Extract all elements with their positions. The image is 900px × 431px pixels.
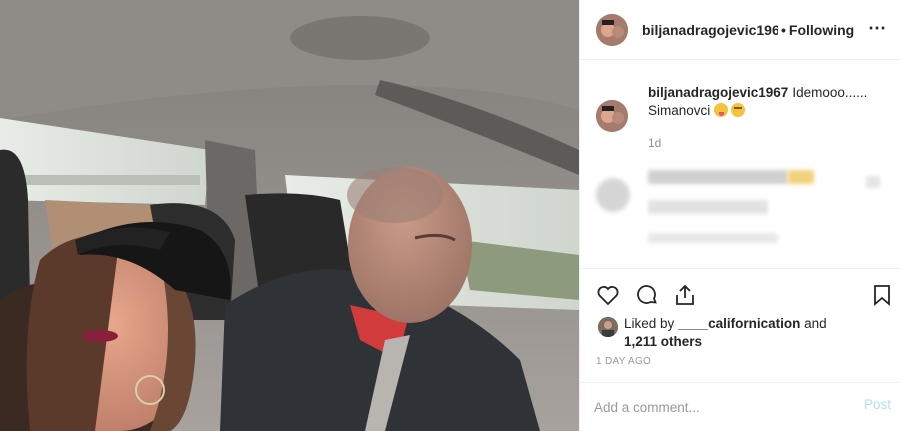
tongue-out-emoji-icon [714, 103, 729, 117]
blurred-comment [596, 160, 886, 255]
blurred-emoji [788, 170, 814, 184]
bookmark-icon[interactable] [870, 283, 894, 307]
post-header: biljanadragojevic1967 • Following ⋯ [580, 0, 900, 60]
likes-count[interactable]: 1,211 others [624, 334, 702, 349]
post-photo[interactable] [0, 0, 579, 431]
liker-username[interactable]: ____californication [678, 316, 800, 331]
more-horizontal-icon[interactable]: ⋯ [868, 18, 887, 39]
action-bar [580, 268, 900, 318]
comment-icon[interactable] [635, 283, 659, 307]
caption-username[interactable]: biljanadragojevic1967 [648, 85, 788, 100]
following-button[interactable]: Following [789, 22, 854, 38]
avatar[interactable] [596, 13, 628, 46]
caption-text: Idemooo...... [792, 85, 868, 100]
blurred-like-icon [866, 176, 880, 188]
post-button[interactable]: Post [864, 397, 891, 412]
post-details-panel: biljanadragojevic1967 • Following ⋯ bilj… [579, 0, 900, 431]
blurred-text-line [648, 170, 788, 184]
likes-prefix: Liked by [624, 316, 675, 331]
thinking-emoji-icon [731, 103, 746, 117]
liker-avatar[interactable] [598, 317, 618, 337]
header-username[interactable]: biljanadragojevic1967 [642, 22, 778, 38]
post-timestamp[interactable]: 1 DAY AGO [596, 356, 651, 367]
header-separator: • [781, 21, 786, 38]
likes-text: Liked by ____californication and 1,211 o… [624, 315, 884, 351]
likes-middle: and [804, 316, 827, 331]
heart-icon[interactable] [596, 283, 620, 307]
caption-text-block: biljanadragojevic1967 Idemooo...... Siman… [648, 84, 883, 120]
blurred-avatar [596, 178, 630, 212]
blurred-meta-line [648, 233, 778, 243]
share-icon[interactable] [673, 283, 697, 307]
caption-avatar[interactable] [596, 100, 628, 132]
comment-input[interactable] [594, 397, 844, 417]
blurred-text-line [648, 200, 768, 214]
comment-bar: Post [580, 382, 900, 431]
caption-timestamp: 1d [648, 136, 662, 150]
caption-location-text: Simanovci [648, 103, 711, 118]
